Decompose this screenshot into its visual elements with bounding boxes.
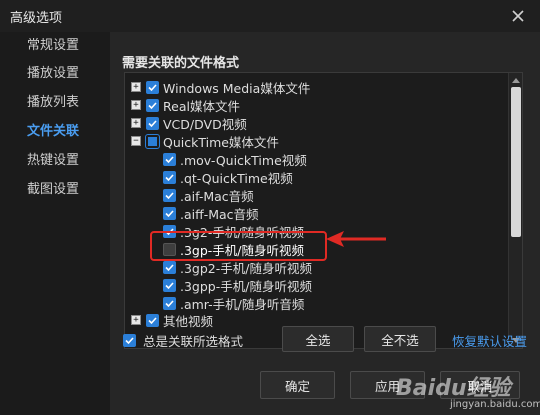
expand-icon[interactable]: + <box>131 118 141 128</box>
checkbox[interactable] <box>146 98 159 112</box>
scrollbar[interactable] <box>508 73 522 348</box>
tree-item-label: .qt-QuickTime视频 <box>180 170 293 186</box>
tree-item-label: .aiff-Mac音频 <box>180 206 259 222</box>
collapse-icon[interactable]: − <box>131 136 141 146</box>
tree-item[interactable]: .aiff-Mac音频 <box>163 204 259 222</box>
tree-item[interactable]: − QuickTime媒体文件 <box>131 132 279 150</box>
tree-item-label: QuickTime媒体文件 <box>163 134 279 150</box>
ok-button[interactable]: 确定 <box>260 371 335 399</box>
tree-item[interactable]: .qt-QuickTime视频 <box>163 168 293 186</box>
checkbox[interactable] <box>123 334 136 347</box>
annotation-highlight-box <box>150 231 327 261</box>
checkbox[interactable] <box>163 206 176 220</box>
window-title: 高级选项 <box>10 11 63 26</box>
tree-item[interactable]: + 其他视频 <box>131 312 213 328</box>
checkbox[interactable] <box>146 80 159 94</box>
section-title: 需要关联的文件格式 <box>122 56 240 71</box>
tree-item-label: .3gpp-手机/随身听视频 <box>180 278 312 294</box>
checkbox[interactable] <box>163 152 176 166</box>
close-icon[interactable] <box>506 4 530 28</box>
sidebar-item-file-association[interactable]: 文件关联 <box>0 118 110 146</box>
tree-item[interactable]: + Real媒体文件 <box>131 96 240 114</box>
tree-item-label: .amr-手机/随身听音频 <box>180 296 305 312</box>
tree-item-label: .mov-QuickTime视频 <box>180 152 307 168</box>
checkbox[interactable] <box>163 296 176 310</box>
always-associate-option[interactable]: 总是关联所选格式 <box>123 331 243 350</box>
tree-item-label: Real媒体文件 <box>163 98 240 114</box>
expand-icon[interactable]: + <box>131 100 141 110</box>
tree-item-label: 其他视频 <box>163 313 214 329</box>
checkbox[interactable] <box>146 313 159 327</box>
tree-item[interactable]: .3gpp-手机/随身听视频 <box>163 276 312 294</box>
restore-default-link[interactable]: 恢复默认设置 <box>452 331 527 350</box>
annotation-arrow-icon <box>326 231 386 247</box>
sidebar-item-hotkeys[interactable]: 热键设置 <box>0 147 110 175</box>
sidebar-item-playlist[interactable]: 播放列表 <box>0 89 110 117</box>
tree-item[interactable]: .aif-Mac音频 <box>163 186 254 204</box>
always-associate-label: 总是关联所选格式 <box>143 334 244 349</box>
tree-item-label: Windows Media媒体文件 <box>163 80 311 96</box>
select-all-button[interactable]: 全选 <box>282 326 354 352</box>
expand-icon[interactable]: + <box>131 82 141 92</box>
sidebar: 常规设置 播放设置 播放列表 文件关联 热键设置 截图设置 <box>0 32 110 415</box>
checkbox[interactable] <box>163 188 176 202</box>
watermark-url: jingyan.baidu.com <box>450 399 540 410</box>
tree-item-label: .aif-Mac音频 <box>180 188 254 204</box>
sidebar-item-general[interactable]: 常规设置 <box>0 32 110 60</box>
sidebar-item-screenshot[interactable]: 截图设置 <box>0 176 110 204</box>
scroll-up-icon[interactable] <box>512 78 520 83</box>
file-format-tree: + Windows Media媒体文件 + Real媒体文件 + VCD/DVD… <box>124 72 523 349</box>
tree-item[interactable]: .amr-手机/随身听音频 <box>163 294 304 312</box>
checkbox[interactable] <box>163 278 176 292</box>
tree-item[interactable]: + VCD/DVD视频 <box>131 114 247 132</box>
watermark: Baidu经验 jingyan.baidu.com <box>392 366 540 415</box>
scroll-thumb[interactable] <box>511 87 521 237</box>
tree-item-label: VCD/DVD视频 <box>163 116 247 132</box>
sidebar-item-playback[interactable]: 播放设置 <box>0 60 110 88</box>
tree-item[interactable]: + Windows Media媒体文件 <box>131 78 310 96</box>
watermark-logo: Baidu经验 <box>396 376 511 401</box>
title-bar: 高级选项 <box>0 0 540 32</box>
main-panel: 需要关联的文件格式 + Windows Media媒体文件 + Real媒体文件… <box>110 32 540 415</box>
checkbox[interactable] <box>146 116 159 130</box>
checkbox[interactable] <box>163 260 176 274</box>
select-none-button[interactable]: 全不选 <box>364 326 436 352</box>
checkbox[interactable] <box>163 170 176 184</box>
expand-icon[interactable]: + <box>131 315 141 325</box>
checkbox-partial[interactable] <box>145 133 160 149</box>
tree-item[interactable]: .mov-QuickTime视频 <box>163 150 307 168</box>
